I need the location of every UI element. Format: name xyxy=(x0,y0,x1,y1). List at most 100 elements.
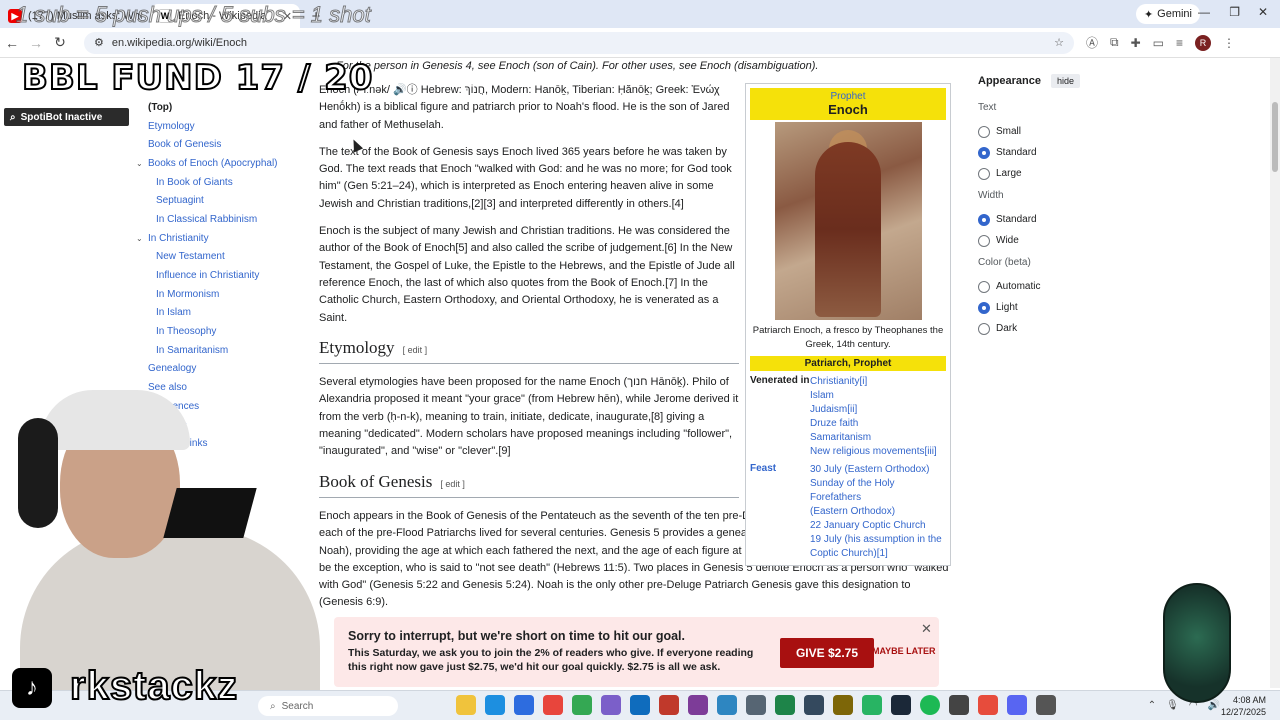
minimize-icon[interactable]: — xyxy=(1198,5,1210,19)
maps-icon[interactable] xyxy=(978,695,998,715)
toc-item[interactable]: Influence in Christianity xyxy=(136,266,306,285)
infobox-value-line[interactable]: Sunday of the Holy Forefathers xyxy=(810,477,946,505)
radio-button-icon[interactable] xyxy=(978,125,990,138)
infobox-value-line[interactable]: 22 January Coptic Church xyxy=(810,519,946,533)
back-icon[interactable]: ← xyxy=(0,35,24,51)
infobox-value-line[interactable]: Samaritanism xyxy=(810,431,946,445)
toc-item[interactable]: In Theosophy xyxy=(136,322,306,341)
close-icon[interactable]: ✕ xyxy=(921,621,932,637)
scrollbar[interactable] xyxy=(1270,58,1280,688)
radio-option[interactable]: Large xyxy=(978,163,1128,184)
maybe-later-button[interactable]: MAYBE LATER xyxy=(872,646,936,656)
puzzle-icon[interactable]: ✚ xyxy=(1131,36,1141,50)
mic-icon[interactable]: 🎙 xyxy=(1166,700,1179,711)
taskbar-clock[interactable]: 4:08 AM 12/27/2025 xyxy=(1221,694,1266,718)
toc-item[interactable]: Etymology xyxy=(136,117,306,136)
chevron-up-icon[interactable]: ⌃ xyxy=(1148,700,1156,711)
chrome-icon[interactable] xyxy=(543,695,563,715)
row-label[interactable]: Feast xyxy=(750,463,810,561)
scrollbar-thumb[interactable] xyxy=(1272,102,1278,172)
hide-button[interactable]: hide xyxy=(1050,74,1080,88)
infobox-above[interactable]: Prophet xyxy=(753,91,943,102)
toc-item[interactable]: In Mormonism xyxy=(136,285,306,304)
file-explorer-icon[interactable] xyxy=(456,695,476,715)
toc-item[interactable]: ⌄ In Christianity xyxy=(136,229,306,248)
translate-icon[interactable]: Ⓐ xyxy=(1086,34,1098,51)
radio-button-icon[interactable] xyxy=(978,213,990,226)
gemini-button[interactable]: ✦ Gemini xyxy=(1135,4,1200,24)
infobox-value-line[interactable]: Christianity[i] xyxy=(810,375,946,389)
taskbar-search[interactable]: ⌕ Search xyxy=(258,696,398,716)
store-icon[interactable] xyxy=(717,695,737,715)
settings-icon[interactable] xyxy=(1036,695,1056,715)
gemini-label: Gemini xyxy=(1157,8,1192,20)
infobox-value-line[interactable]: Druze faith xyxy=(810,417,946,431)
window-close-icon[interactable]: ✕ xyxy=(1258,5,1268,19)
media-icon[interactable]: ≡ xyxy=(1176,36,1183,50)
app-icon[interactable] xyxy=(949,695,969,715)
bookmark-star-icon[interactable]: ☆ xyxy=(1054,36,1064,49)
reload-icon[interactable]: ↻ xyxy=(48,34,72,51)
radio-option[interactable]: Automatic xyxy=(978,276,1128,297)
radio-option[interactable]: Standard xyxy=(978,142,1128,163)
url-input[interactable]: ⚙ en.wikipedia.org/wiki/Enoch ☆ xyxy=(84,31,1074,54)
radio-option[interactable]: Dark xyxy=(978,318,1128,339)
cast-icon[interactable]: ▭ xyxy=(1153,36,1164,50)
radio-button-icon[interactable] xyxy=(978,322,990,335)
toc-item[interactable]: In Book of Giants xyxy=(136,173,306,192)
toc-item[interactable]: ⌄ Books of Enoch (Apocryphal) xyxy=(136,154,306,173)
app-icon[interactable] xyxy=(688,695,708,715)
toc-item[interactable]: New Testament xyxy=(136,248,306,267)
mail-icon[interactable] xyxy=(514,695,534,715)
forward-icon[interactable]: → xyxy=(24,35,48,51)
radio-button-icon[interactable] xyxy=(978,146,990,159)
infobox-value-line[interactable]: Coptic Church)[1] xyxy=(810,547,946,561)
edit-link[interactable]: [ edit ] xyxy=(403,342,428,359)
toc-item[interactable]: (Top) xyxy=(136,98,306,117)
teams-icon[interactable] xyxy=(601,695,621,715)
maximize-icon[interactable]: ❐ xyxy=(1229,5,1240,19)
radio-button-icon[interactable] xyxy=(978,301,990,314)
radio-option[interactable]: Small xyxy=(978,121,1128,142)
app-icon[interactable] xyxy=(833,695,853,715)
radio-option[interactable]: Standard xyxy=(978,209,1128,230)
radio-button-icon[interactable] xyxy=(978,234,990,247)
toc-item[interactable]: Book of Genesis xyxy=(136,135,306,154)
infobox-value-line[interactable]: 19 July (his assumption in the xyxy=(810,533,946,547)
toc-item[interactable]: In Classical Rabbinism xyxy=(136,210,306,229)
infobox-value-line[interactable]: Islam xyxy=(810,389,946,403)
avatar[interactable]: R xyxy=(1195,34,1212,51)
discord-icon[interactable] xyxy=(1007,695,1027,715)
chevron-down-icon[interactable]: ⌄ xyxy=(136,234,148,243)
menu-icon[interactable]: ⋮ xyxy=(1223,36,1235,50)
terminal-icon[interactable] xyxy=(862,695,882,715)
steam-icon[interactable] xyxy=(891,695,911,715)
toc-item[interactable]: Septuagint xyxy=(136,191,306,210)
toc-item[interactable]: Genealogy xyxy=(136,360,306,379)
volume-icon[interactable]: 🔊 xyxy=(1208,700,1220,711)
edit-link[interactable]: [ edit ] xyxy=(440,476,465,493)
toc-item[interactable]: In Samaritanism xyxy=(136,341,306,360)
infobox-image[interactable] xyxy=(774,122,922,320)
radio-button-icon[interactable] xyxy=(978,280,990,293)
infobox-value-line[interactable]: New religious movements[iii] xyxy=(810,445,946,459)
radio-option[interactable]: Wide xyxy=(978,230,1128,251)
spotify-icon[interactable] xyxy=(920,695,940,715)
infobox-value-line[interactable]: Judaism[ii] xyxy=(810,403,946,417)
excel-icon[interactable] xyxy=(775,695,795,715)
chrome-profile-icon[interactable] xyxy=(572,695,592,715)
edge-icon[interactable] xyxy=(485,695,505,715)
infobox-value-line[interactable]: 30 July (Eastern Orthodox) xyxy=(810,463,946,477)
radio-button-icon[interactable] xyxy=(978,167,990,180)
site-info-icon[interactable]: ⚙ xyxy=(94,36,104,49)
extension-icon[interactable]: ⧉ xyxy=(1110,35,1119,50)
chevron-down-icon[interactable]: ⌄ xyxy=(136,159,148,168)
app-icon[interactable] xyxy=(804,695,824,715)
outlook-icon[interactable] xyxy=(630,695,650,715)
app-icon[interactable] xyxy=(659,695,679,715)
give-button[interactable]: GIVE $2.75 xyxy=(780,638,874,668)
app-icon[interactable] xyxy=(746,695,766,715)
toc-item[interactable]: In Islam xyxy=(136,304,306,323)
infobox-value-line[interactable]: (Eastern Orthodox) xyxy=(810,505,946,519)
radio-option[interactable]: Light xyxy=(978,297,1128,318)
